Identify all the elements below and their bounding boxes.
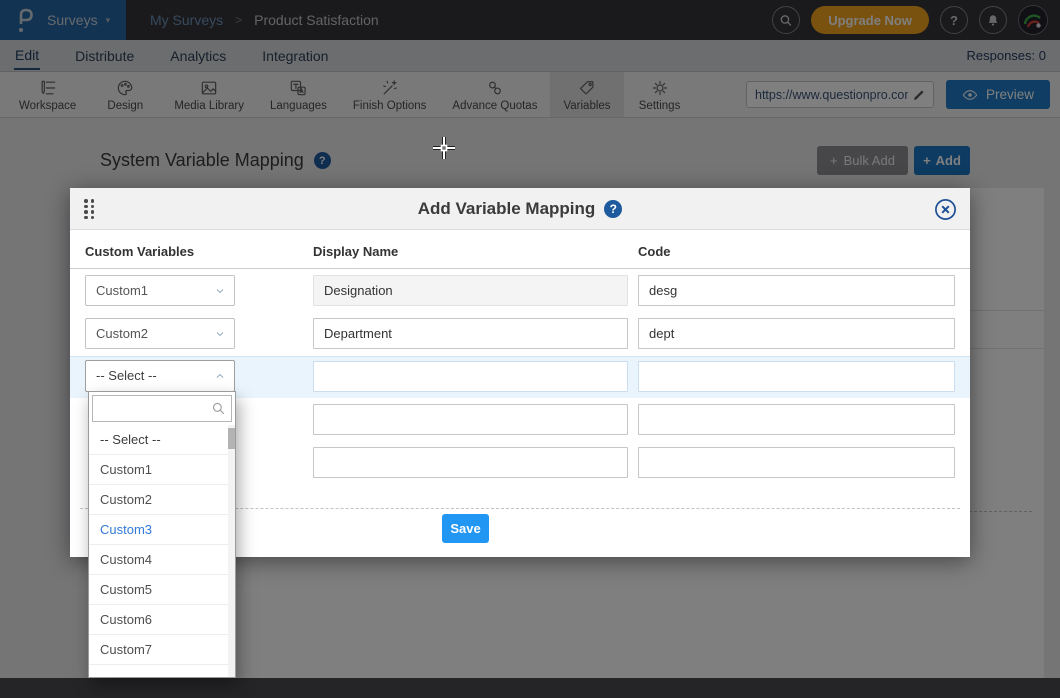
dropdown-option-custom2[interactable]: Custom2 [89, 485, 235, 515]
display-name-input-row3[interactable] [313, 361, 628, 392]
chevron-down-icon [214, 285, 226, 297]
custom-variable-select-row2[interactable]: Custom2 [85, 318, 235, 349]
code-input-row3[interactable] [638, 361, 955, 392]
column-header-code: Code [638, 244, 671, 259]
dropdown-option-custom4[interactable]: Custom4 [89, 545, 235, 575]
chevron-up-icon [214, 370, 226, 382]
column-header-custom-variables: Custom Variables [85, 244, 194, 259]
drag-handle-icon[interactable] [84, 199, 94, 219]
select-value: Custom1 [96, 283, 148, 298]
display-name-input-row5[interactable] [313, 447, 628, 478]
modal-header: Add Variable Mapping ? [70, 188, 970, 230]
column-header-display-name: Display Name [313, 244, 398, 259]
dropdown-options: -- Select -- Custom1 Custom2 Custom3 Cus… [89, 425, 235, 665]
custom-variable-select-row3[interactable]: -- Select -- [85, 360, 235, 392]
modal-help-icon[interactable]: ? [604, 200, 622, 218]
dropdown-option-custom5[interactable]: Custom5 [89, 575, 235, 605]
display-name-input-row2[interactable] [313, 318, 628, 349]
dropdown-option-custom3[interactable]: Custom3 [89, 515, 235, 545]
select-value: Custom2 [96, 326, 148, 341]
close-icon [934, 198, 957, 221]
dropdown-search [92, 395, 232, 422]
dropdown-option-select[interactable]: -- Select -- [89, 425, 235, 455]
dropdown-option-custom1[interactable]: Custom1 [89, 455, 235, 485]
code-input-row2[interactable] [638, 318, 955, 349]
column-header-divider [70, 268, 970, 269]
code-input-row4[interactable] [638, 404, 955, 435]
chevron-down-icon [214, 328, 226, 340]
code-input-row1[interactable] [638, 275, 955, 306]
search-icon [211, 401, 226, 416]
custom-variable-dropdown: -- Select -- Custom1 Custom2 Custom3 Cus… [88, 391, 236, 678]
app-root: Surveys ▾ My Surveys > Product Satisfact… [0, 0, 1060, 698]
save-button[interactable]: Save [442, 514, 489, 543]
display-name-input-row4[interactable] [313, 404, 628, 435]
scrollbar-thumb[interactable] [228, 428, 235, 449]
code-input-row5[interactable] [638, 447, 955, 478]
custom-variable-select-row1[interactable]: Custom1 [85, 275, 235, 306]
display-name-input-row1[interactable] [313, 275, 628, 306]
modal-title: Add Variable Mapping [418, 199, 596, 219]
select-value: -- Select -- [96, 368, 157, 383]
close-button[interactable] [934, 198, 957, 221]
dropdown-option-custom6[interactable]: Custom6 [89, 605, 235, 635]
dropdown-scrollbar[interactable] [228, 425, 235, 677]
dropdown-option-custom7[interactable]: Custom7 [89, 635, 235, 665]
